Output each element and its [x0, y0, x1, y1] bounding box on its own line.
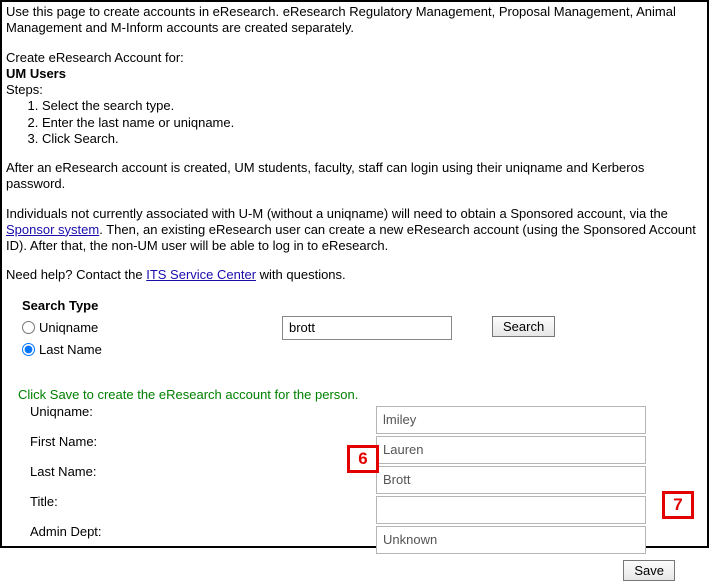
steps-list: Select the search type. Enter the last n…: [42, 98, 703, 147]
create-for-label: Create eResearch Account for:: [6, 50, 703, 66]
field-title[interactable]: [376, 496, 646, 524]
radio-uniqname[interactable]: Uniqname: [22, 317, 282, 339]
label-title: Title:: [30, 494, 376, 524]
sponsored-text-b: . Then, an existing eResearch user can c…: [6, 222, 696, 253]
after-create-paragraph: After an eResearch account is created, U…: [6, 160, 703, 193]
callout-7: 7: [662, 491, 694, 519]
label-last-name: Last Name:: [30, 464, 376, 494]
step-item: Enter the last name or uniqname.: [42, 115, 703, 131]
help-paragraph: Need help? Contact the ITS Service Cente…: [6, 267, 703, 283]
field-first-name[interactable]: [376, 436, 646, 464]
steps-label: Steps:: [6, 82, 703, 98]
save-hint: Click Save to create the eResearch accou…: [18, 387, 703, 402]
callout-6: 6: [347, 445, 379, 473]
label-admin-dept: Admin Dept:: [30, 524, 376, 554]
help-text-a: Need help? Contact the: [6, 267, 146, 282]
instructions-block: Use this page to create accounts in eRes…: [6, 4, 703, 284]
radio-lastname-label: Last Name: [39, 342, 102, 357]
intro-paragraph-1: Use this page to create accounts in eRes…: [6, 4, 703, 37]
step-item: Click Search.: [42, 131, 703, 147]
search-area: Search Type Uniqname Last Name Search: [6, 298, 703, 361]
sponsor-system-link[interactable]: Sponsor system: [6, 222, 99, 237]
radio-uniqname-label: Uniqname: [39, 320, 98, 335]
field-last-name[interactable]: [376, 466, 646, 494]
radio-lastname[interactable]: Last Name: [22, 339, 282, 361]
its-service-center-link[interactable]: ITS Service Center: [146, 267, 256, 282]
label-first-name: First Name:: [30, 434, 376, 464]
radio-uniqname-input[interactable]: [22, 321, 35, 334]
label-uniqname: Uniqname:: [30, 404, 376, 434]
field-admin-dept[interactable]: [376, 526, 646, 554]
sponsored-text-a: Individuals not currently associated wit…: [6, 206, 668, 221]
sponsored-paragraph: Individuals not currently associated wit…: [6, 206, 703, 255]
step-item: Select the search type.: [42, 98, 703, 114]
help-text-b: with questions.: [256, 267, 346, 282]
um-users-label: UM Users: [6, 66, 703, 82]
search-input[interactable]: [282, 316, 452, 340]
person-details: Uniqname: First Name: Last Name: Title: …: [6, 404, 703, 554]
search-type-heading: Search Type: [22, 298, 282, 313]
save-button[interactable]: Save: [623, 560, 675, 581]
radio-lastname-input[interactable]: [22, 343, 35, 356]
search-button[interactable]: Search: [492, 316, 555, 337]
field-uniqname[interactable]: [376, 406, 646, 434]
